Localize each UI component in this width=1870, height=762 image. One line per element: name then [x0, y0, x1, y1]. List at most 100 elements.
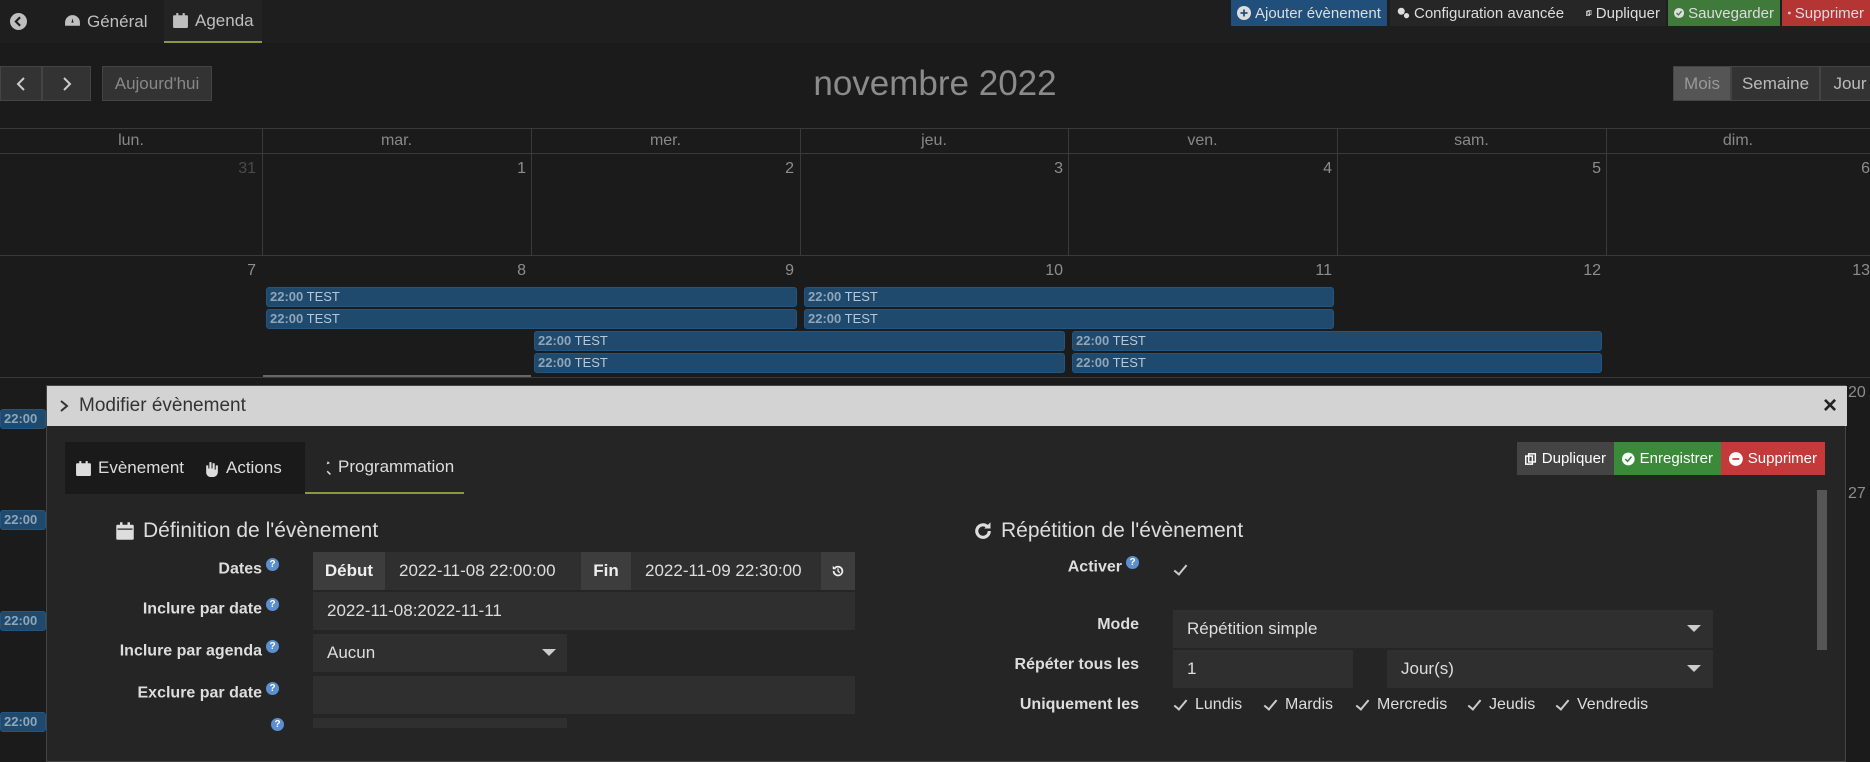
end-addon: Fin — [581, 552, 631, 590]
add-event-button[interactable]: Ajouter évènement — [1231, 0, 1387, 26]
calendar-event[interactable]: 22:00 TEST — [534, 353, 1065, 373]
delete-top-button[interactable]: Supprimer — [1782, 0, 1870, 26]
day-number[interactable]: 11 — [1276, 262, 1332, 280]
copy-icon — [1525, 452, 1537, 465]
day-label: Mardis — [1285, 696, 1334, 713]
calendar-icon — [76, 460, 91, 476]
mode-label: Mode — [1097, 616, 1139, 633]
calendar-event[interactable]: 22:00 TEST — [1072, 331, 1602, 351]
tab-programmation[interactable]: Programmation — [305, 442, 465, 494]
help-icon[interactable]: ? — [266, 558, 279, 571]
help-icon[interactable]: ? — [266, 640, 279, 653]
day-number[interactable]: 5 — [1545, 160, 1601, 178]
repeat-every-input[interactable]: 1 — [1173, 650, 1353, 688]
repeat-unit-select[interactable]: Jour(s) — [1387, 650, 1713, 688]
duplicate-button[interactable]: Dupliquer — [1517, 442, 1614, 475]
delete-top-label: Supprimer — [1794, 4, 1864, 22]
day-number[interactable]: 31 — [200, 160, 256, 178]
tab-programmation-label: Programmation — [338, 457, 455, 476]
delete-button[interactable]: Supprimer — [1721, 442, 1825, 475]
include-date-input[interactable]: 2022-11-08:2022-11-11 — [313, 592, 855, 630]
day-checkbox-tuesday[interactable]: Mardis — [1263, 696, 1333, 714]
day-checkbox-monday[interactable]: Lundis — [1173, 696, 1242, 714]
calendar-event[interactable]: 22:00 — [0, 712, 46, 732]
reset-dates-button[interactable] — [821, 552, 855, 590]
tab-agenda[interactable]: Agenda — [164, 0, 262, 43]
minus-circle-icon — [1788, 11, 1791, 15]
start-date-input[interactable]: 2022-11-08 22:00:00 — [385, 552, 581, 590]
calendar-event[interactable]: 22:00 — [0, 510, 46, 530]
event-time: 22:00 — [1076, 333, 1110, 348]
advanced-config-button[interactable]: Configuration avancée — [1390, 0, 1580, 26]
copy-icon — [1586, 10, 1592, 16]
day-number[interactable]: 9 — [738, 262, 794, 280]
help-icon[interactable]: ? — [266, 682, 279, 695]
help-icon[interactable]: ? — [266, 598, 279, 611]
calendar-event[interactable]: 22:00 — [0, 409, 46, 429]
enable-checkbox[interactable] — [1173, 562, 1189, 578]
event-title: TEST — [844, 311, 878, 326]
event-time: 22:00 — [270, 311, 304, 326]
duplicate-top-button[interactable]: Dupliquer — [1580, 0, 1666, 26]
day-number[interactable]: 2 — [738, 160, 794, 178]
exclude-agenda-select[interactable] — [313, 718, 567, 728]
help-icon[interactable]: ? — [271, 718, 284, 731]
event-title: TEST — [574, 355, 608, 370]
save-button[interactable]: Enregistrer — [1614, 442, 1721, 475]
tab-general[interactable]: Général — [64, 0, 147, 43]
include-agenda-label: Inclure par agenda? — [65, 640, 279, 660]
tab-evenement-label: Evènement — [98, 458, 184, 477]
history-icon — [832, 565, 844, 577]
view-month-button[interactable]: Mois — [1673, 66, 1731, 101]
day-number[interactable]: 10 — [1007, 262, 1063, 280]
tab-evenement[interactable]: Evènement — [65, 442, 194, 494]
calendar-event[interactable]: 22:00 — [0, 611, 46, 631]
day-number[interactable]: 6 — [1814, 160, 1870, 178]
calendar-event[interactable]: 22:00 TEST — [266, 287, 797, 307]
tab-actions[interactable]: Actions — [193, 442, 292, 494]
top-bar: Général Agenda Ajouter évènement Configu… — [0, 0, 1870, 43]
event-time: 22:00 — [4, 613, 38, 628]
include-agenda-select[interactable]: Aucun — [313, 634, 567, 672]
close-icon[interactable]: × — [1823, 392, 1837, 420]
tools-icon — [317, 460, 331, 475]
day-checkbox-thursday[interactable]: Jeudis — [1467, 696, 1535, 714]
calendar-event[interactable]: 22:00 TEST — [1072, 353, 1602, 373]
help-icon[interactable]: ? — [1126, 556, 1139, 569]
edit-event-modal: Modifier évènement × Evènement Actions P… — [46, 385, 1847, 762]
repeat-every-label: Répéter tous les — [1014, 656, 1139, 673]
grid-line — [0, 377, 1870, 378]
calendar-event[interactable]: 22:00 TEST — [266, 309, 797, 329]
day-number[interactable]: 20 — [1848, 384, 1870, 402]
back-button[interactable] — [10, 0, 34, 43]
day-number[interactable]: 4 — [1276, 160, 1332, 178]
day-number[interactable]: 7 — [200, 262, 256, 280]
dates-label-text: Dates — [218, 560, 262, 578]
day-number[interactable]: 8 — [470, 262, 526, 280]
minus-circle-icon — [1729, 451, 1743, 466]
mode-select[interactable]: Répétition simple — [1173, 610, 1713, 648]
view-day-button[interactable]: Jour — [1820, 66, 1870, 101]
calendar-event[interactable]: 22:00 TEST — [804, 309, 1334, 329]
day-number[interactable]: 12 — [1545, 262, 1601, 280]
day-checkbox-friday[interactable]: Vendredis — [1555, 696, 1648, 714]
day-number[interactable]: 1 — [470, 160, 526, 178]
event-title: TEST — [1112, 355, 1146, 370]
day-number[interactable]: 13 — [1814, 262, 1870, 280]
calendar-event[interactable]: 22:00 TEST — [804, 287, 1334, 307]
include-date-label-text: Inclure par date — [142, 600, 262, 618]
day-number[interactable]: 3 — [1007, 160, 1063, 178]
plus-circle-icon — [1237, 6, 1251, 20]
modal-scrollbar[interactable] — [1817, 490, 1827, 650]
save-top-button[interactable]: Sauvegarder — [1668, 0, 1780, 26]
weekday-header: sam. — [1454, 132, 1489, 149]
calendar-event[interactable]: 22:00 TEST — [534, 331, 1065, 351]
end-date-input[interactable]: 2022-11-09 22:30:00 — [631, 552, 821, 590]
day-checkbox-wednesday[interactable]: Mercredis — [1355, 696, 1447, 714]
day-number[interactable]: 27 — [1848, 485, 1870, 503]
dates-label: Dates? — [65, 558, 279, 578]
day-label: Jeudis — [1489, 696, 1536, 713]
view-week-button[interactable]: Semaine — [1731, 66, 1820, 101]
grid-line — [0, 153, 1870, 154]
exclude-date-input[interactable] — [313, 676, 855, 714]
